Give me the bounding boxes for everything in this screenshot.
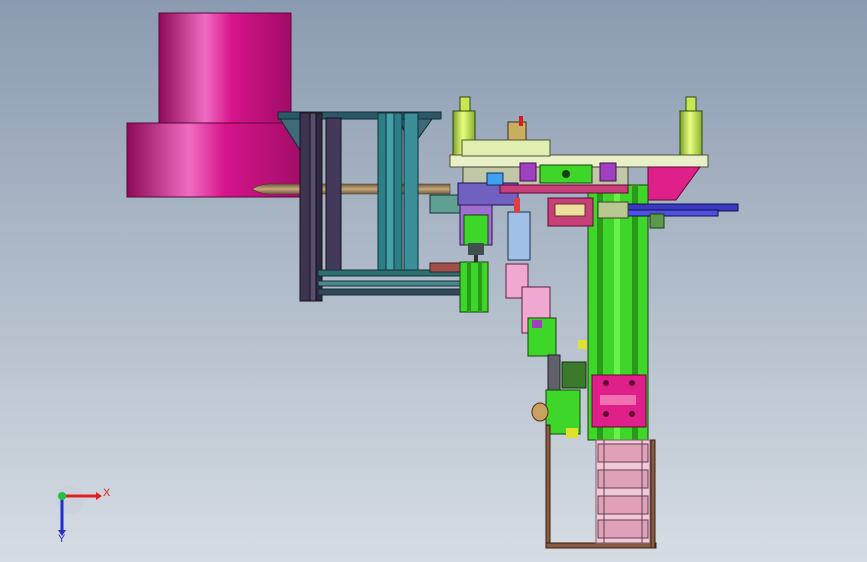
feeder-arm[interactable] xyxy=(505,198,587,438)
cad-viewport[interactable]: X Y xyxy=(0,0,867,562)
origin-marker xyxy=(58,492,66,500)
assembly-drawing[interactable] xyxy=(0,0,867,562)
x-axis-arrowhead xyxy=(96,492,102,500)
hopper-bowl[interactable] xyxy=(126,12,306,198)
cable-chain[interactable] xyxy=(595,439,651,544)
x-axis-label: X xyxy=(103,487,111,499)
feed-rod[interactable] xyxy=(251,183,451,195)
vertical-column[interactable] xyxy=(587,184,649,441)
coordinate-triad: X Y xyxy=(48,482,118,546)
y-axis-label: Y xyxy=(58,533,66,545)
